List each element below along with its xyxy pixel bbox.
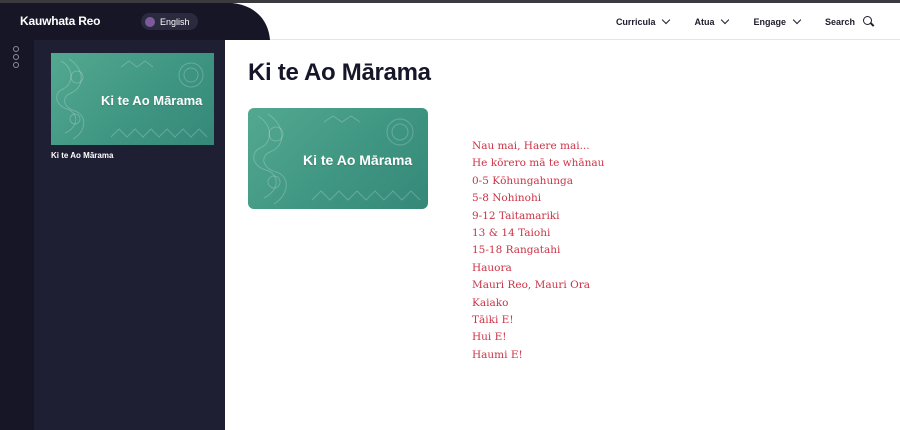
list-item[interactable]: 13 & 14 Taiohi [472,226,604,243]
nav-atua-label: Atua [694,16,715,27]
chevron-down-icon [662,15,671,25]
site-logo[interactable]: Kauwhata Reo [20,14,100,28]
list-item[interactable]: 9-12 Taitamariki [472,209,604,226]
nav-search-label: Search [824,16,855,27]
more-dots-icon[interactable] [13,46,19,68]
main-thumbnail-title: Ki te Ao Mārama [303,152,413,168]
search-icon [863,16,874,27]
left-rail [0,40,34,430]
language-label: English [160,16,190,27]
list-item[interactable]: Mauri Reo, Mauri Ora [472,278,604,295]
chevron-down-icon [721,15,730,25]
nav-atua[interactable]: Atua [694,15,730,27]
side-panel: Ki te Ao Mārama Ki te Ao Mārama [34,40,225,430]
list-item[interactable]: 5-8 Nohinohi [472,191,604,208]
list-item[interactable]: Hauora [472,261,604,278]
brand-bar: Kauwhata Reo English [0,3,270,40]
main-thumbnail: Ki te Ao Mārama [248,108,428,209]
page-title: Ki te Ao Mārama [248,59,431,86]
list-item[interactable]: Kaiako [472,296,604,313]
list-item[interactable]: 0-5 Kōhungahunga [472,174,604,191]
list-item[interactable]: 15-18 Rangatahi [472,243,604,260]
language-switcher[interactable]: English [141,13,198,30]
language-dot-icon [145,16,155,27]
main-nav: Curricula Atua Engage Search [616,3,874,40]
site-header: Kauwhata Reo English Curricula Atua Enga… [0,3,900,40]
section-link-list: Nau mai, Haere mai... He kōrero mā te wh… [472,139,604,365]
list-item[interactable]: Nau mai, Haere mai... [472,139,604,156]
list-item[interactable]: Tāiki E! [472,313,604,330]
nav-curricula[interactable]: Curricula [615,15,671,27]
list-item[interactable]: He kōrero mā te whānau [472,156,604,173]
nav-curricula-label: Curricula [615,16,656,27]
list-item[interactable]: Haumi E! [472,348,604,365]
sidebar-thumbnail-title: Ki te Ao Mārama [101,93,203,108]
chevron-down-icon [792,15,802,25]
list-item[interactable]: Hui E! [472,330,604,347]
nav-engage-label: Engage [753,16,786,27]
nav-engage[interactable]: Engage [753,15,802,27]
sidebar-thumbnail[interactable]: Ki te Ao Mārama [51,53,214,145]
sidebar-thumbnail-caption[interactable]: Ki te Ao Mārama [51,151,113,160]
nav-search[interactable]: Search [825,16,874,27]
